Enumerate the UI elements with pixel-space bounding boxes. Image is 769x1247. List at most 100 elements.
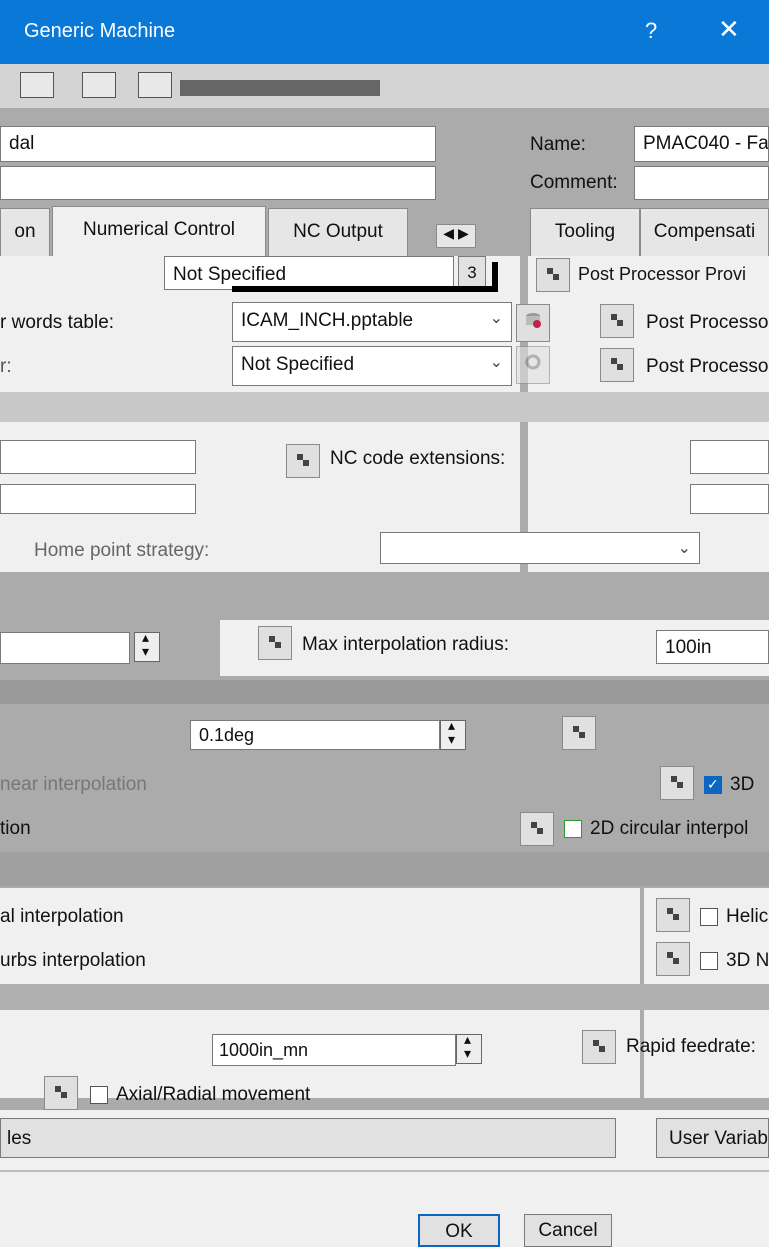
robot-icon (667, 908, 679, 920)
database-icon (526, 313, 541, 328)
not-specified-value: Not Specified (241, 354, 355, 375)
not-specified-select[interactable]: Not Specified ⌄ (232, 346, 512, 386)
left-field-2[interactable] (0, 484, 196, 514)
toolbar-button-1[interactable] (20, 72, 54, 98)
rapid-feedrate-label: Rapid feedrate: (626, 1036, 756, 1057)
variables-button[interactable]: les (0, 1118, 616, 1158)
interp-3d-label: 3D (730, 774, 755, 795)
nc-code-extensions-field[interactable] (690, 440, 769, 474)
circ-2d-option[interactable]: 2D circular interpol (564, 818, 748, 840)
comment-field[interactable] (634, 166, 769, 200)
tab-scroll-arrows[interactable]: ◀ ▶ (436, 224, 476, 248)
ok-button[interactable]: OK (418, 1214, 500, 1247)
interp-3d-option[interactable]: 3D (704, 774, 754, 796)
rapid-feedrate-button[interactable] (582, 1030, 616, 1064)
circ-2d-label: 2D circular interpol (590, 818, 749, 839)
comment-label: Comment: (530, 172, 618, 193)
post-processor-label-2: Post Processo (646, 356, 769, 377)
left-name-field[interactable]: dal (0, 126, 436, 162)
r-label: r: (0, 356, 12, 377)
nc-code-extensions-button[interactable] (286, 444, 320, 478)
post-processor-button-2[interactable] (600, 348, 634, 382)
window-title: Generic Machine (24, 20, 176, 42)
toolbar-strip (180, 80, 380, 96)
left-comment-field[interactable] (0, 166, 436, 200)
robot-icon (531, 822, 543, 834)
helical-checkbox[interactable] (700, 907, 718, 926)
interp-3d-button[interactable] (660, 766, 694, 800)
robot-icon (667, 952, 679, 964)
tab-nc-output[interactable]: NC Output (268, 208, 408, 256)
tab-partial[interactable]: on (0, 208, 50, 256)
obscured-strip-2 (0, 680, 769, 704)
axial-radial-button[interactable] (44, 1076, 78, 1110)
home-point-label: Home point strategy: (34, 540, 210, 561)
angle-field[interactable]: 0.1deg (190, 720, 440, 750)
help-button[interactable]: ? (645, 18, 657, 44)
nc-code-extensions-label: NC code extensions: (330, 448, 506, 469)
top-select[interactable]: Not Specified (164, 256, 454, 290)
left-field-1[interactable] (0, 440, 196, 474)
axial-radial-checkbox[interactable] (90, 1085, 108, 1104)
gear-icon (525, 354, 541, 370)
words-table-label: r words table: (0, 312, 115, 333)
chevron-down-icon: ⌄ (489, 354, 503, 371)
chevron-down-icon: ⌄ (677, 540, 691, 557)
overlay-bar-vertical (492, 262, 498, 292)
tab-compensation[interactable]: Compensati (640, 208, 769, 256)
max-interp-button[interactable] (258, 626, 292, 660)
post-processor-provider-button[interactable] (536, 258, 570, 292)
circ-2d-checkbox[interactable] (564, 819, 582, 838)
robot-icon (297, 454, 309, 466)
database-button[interactable] (516, 304, 550, 342)
helical-option[interactable]: Helic (700, 906, 768, 928)
obscured-strip-4 (0, 984, 769, 1010)
overlay-bar (232, 286, 498, 292)
axial-radial-option[interactable]: Axial/Radial movement (90, 1084, 310, 1106)
toolbar-button-3[interactable] (138, 72, 172, 98)
robot-icon (55, 1086, 67, 1098)
circ-2d-button[interactable] (520, 812, 554, 846)
feedrate-spinner[interactable] (456, 1031, 482, 1064)
left-spin-field[interactable] (0, 632, 130, 664)
post-processor-provider-label: Post Processor Provi (578, 264, 747, 284)
gear-button[interactable] (516, 346, 550, 384)
robot-icon (547, 268, 559, 280)
tab-numerical-control[interactable]: Numerical Control (52, 206, 266, 256)
title-bar: Generic Machine ? ✕ (0, 0, 769, 64)
max-interp-field[interactable]: 100in (656, 630, 769, 664)
words-table-select[interactable]: ICAM_INCH.pptable ⌄ (232, 302, 512, 342)
user-variables-button[interactable]: User Variab (656, 1118, 769, 1158)
left-spinner[interactable] (134, 629, 160, 662)
nurbs-3d-checkbox[interactable] (700, 951, 718, 970)
interp-3d-checkbox[interactable] (704, 775, 722, 794)
tab-tooling[interactable]: Tooling (530, 208, 640, 256)
nurbs-3d-button[interactable] (656, 942, 690, 976)
home-point-select[interactable]: ⌄ (380, 532, 700, 564)
right-field-2[interactable] (690, 484, 769, 514)
helical-label: Helic (726, 906, 769, 927)
divider (0, 1170, 769, 1172)
al-interp-label: al interpolation (0, 906, 124, 927)
nurbs-3d-option[interactable]: 3D N (700, 950, 769, 972)
robot-icon (573, 726, 585, 738)
name-field[interactable]: PMAC040 - Fa (634, 126, 769, 162)
post-processor-button-1[interactable] (600, 304, 634, 338)
post-processor-label-1: Post Processo (646, 312, 769, 333)
robot-icon (671, 776, 683, 788)
words-table-value: ICAM_INCH.pptable (241, 310, 414, 331)
tion-label: tion (0, 818, 31, 839)
obscured-strip (0, 392, 769, 422)
min-discretization-button[interactable] (562, 716, 596, 750)
close-button[interactable]: ✕ (718, 14, 740, 45)
toolbar-button-2[interactable] (82, 72, 116, 98)
top-select-button[interactable]: 3 (458, 256, 486, 290)
chevron-down-icon: ⌄ (489, 310, 503, 327)
cancel-button[interactable]: Cancel (524, 1214, 612, 1247)
robot-icon (269, 636, 281, 648)
axial-radial-label: Axial/Radial movement (116, 1084, 311, 1105)
helical-button[interactable] (656, 898, 690, 932)
feedrate-field[interactable]: 1000in_mn (212, 1034, 456, 1066)
obscured-strip-3 (0, 852, 769, 886)
angle-spinner[interactable] (440, 717, 466, 750)
